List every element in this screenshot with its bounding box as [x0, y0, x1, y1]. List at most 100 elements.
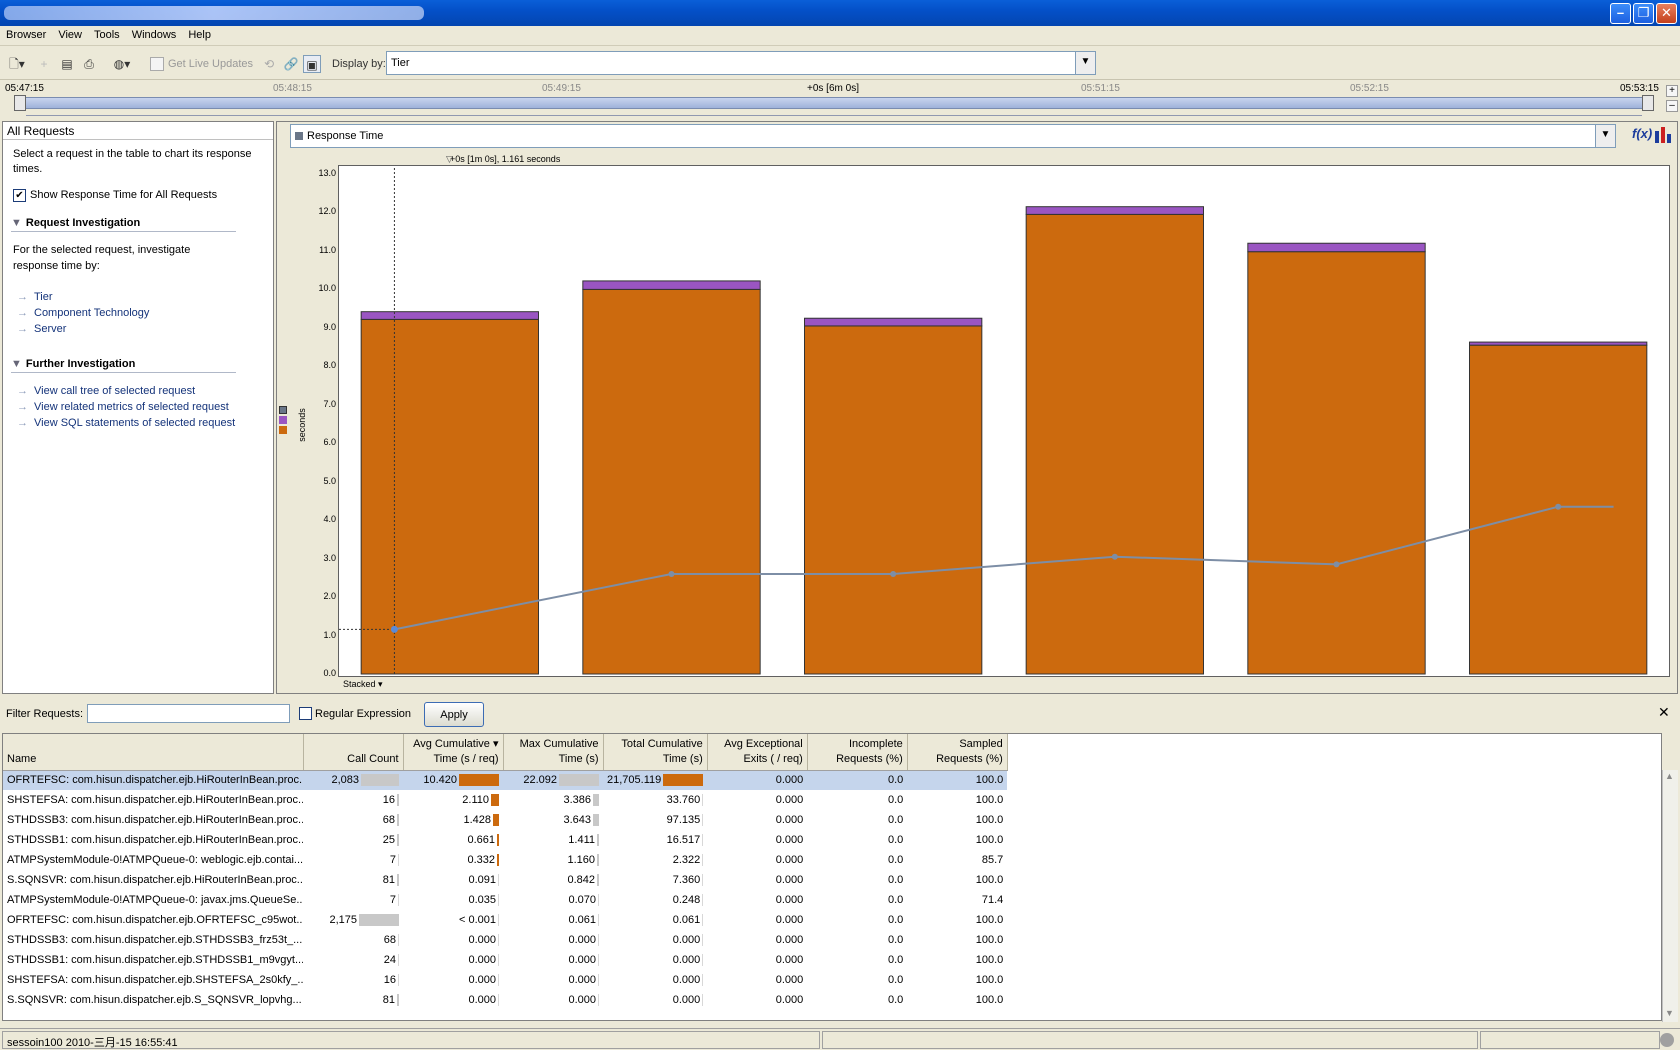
table-row[interactable]: SHSTEFSA: com.hisun.dispatcher.ejb.SHSTE… — [3, 970, 1007, 990]
cell-call-count-bar — [397, 994, 399, 1007]
menu-browser[interactable]: Browser — [0, 26, 52, 41]
table-scrollbar[interactable]: ▲ ▼ — [1662, 770, 1678, 1022]
col-sampled[interactable]: Sampled Requests (%) — [907, 734, 1008, 771]
cell-avg-value: 1.428 — [463, 813, 491, 826]
cell-avg-value: 2.110 — [462, 793, 489, 806]
web-globe-icon[interactable]: ◍▾ — [108, 55, 136, 73]
col-avg-cumulative[interactable]: Avg Cumulative ▾ Time (s / req) — [403, 734, 504, 771]
link-view-related-metrics[interactable]: → View related metrics of selected reques… — [17, 401, 229, 413]
close-window-icon[interactable]: ✕ — [1656, 3, 1677, 24]
col-avg-exceptional[interactable]: Avg Exceptional Exits ( / req) — [707, 734, 808, 771]
cell-avg-value: 0.035 — [468, 893, 496, 906]
table-row[interactable]: SHSTEFSA: com.hisun.dispatcher.ejb.HiRou… — [3, 790, 1007, 810]
menu-view[interactable]: View — [52, 26, 88, 41]
cell-name: OFRTEFSC: com.hisun.dispatcher.ejb.OFRTE… — [7, 914, 303, 926]
display-by-select[interactable]: Tier ▼ — [386, 51, 1096, 75]
col-name[interactable]: Name — [3, 734, 304, 771]
regex-checkbox[interactable] — [299, 707, 312, 720]
link-view-sql-statements[interactable]: → View SQL statements of selected request — [17, 417, 235, 429]
status-text: sessoin100 2010-三月-15 16:55:41 — [2, 1031, 820, 1049]
table-row[interactable]: OFRTEFSC: com.hisun.dispatcher.ejb.OFRTE… — [3, 910, 1007, 930]
chart-bar-cap — [804, 317, 983, 327]
table-row[interactable]: STHDSSB3: com.hisun.dispatcher.ejb.HiRou… — [3, 810, 1007, 830]
timeline-range-bar[interactable] — [14, 97, 1654, 109]
show-all-checkbox[interactable]: ✔ — [13, 189, 26, 202]
table-row[interactable]: S.SQNSVR: com.hisun.dispatcher.ejb.HiRou… — [3, 870, 1007, 890]
table-row[interactable]: STHDSSB1: com.hisun.dispatcher.ejb.HiRou… — [3, 830, 1007, 850]
pin-icon[interactable]: ▣ — [303, 55, 321, 73]
table-row[interactable]: STHDSSB1: com.hisun.dispatcher.ejb.STHDS… — [3, 950, 1007, 970]
cell-total-value: 16.517 — [666, 833, 701, 846]
menu-tools[interactable]: Tools — [88, 26, 126, 41]
new-document-icon[interactable]: 🗋▾ — [4, 55, 30, 73]
chevron-down-icon[interactable]: ▼ — [1075, 52, 1095, 74]
link-icon[interactable]: 🔗 — [282, 55, 300, 73]
timeline[interactable]: 05:47:15 05:48:15 05:49:15 +0s [6m 0s] 0… — [0, 80, 1680, 118]
table-row[interactable]: OFRTEFSC: com.hisun.dispatcher.ejb.HiRou… — [3, 770, 1008, 790]
cell-call-count-value: 7 — [389, 893, 396, 906]
metric-swatch-icon — [295, 132, 303, 140]
col-incomplete[interactable]: Incomplete Requests (%) — [807, 734, 908, 771]
arrow-icon: → — [17, 291, 28, 303]
link-server[interactable]: → Server — [17, 323, 66, 335]
chart-bar — [582, 288, 761, 675]
col-max-cumulative[interactable]: Max Cumulative Time (s) — [503, 734, 604, 771]
timeline-right-handle[interactable] — [1642, 95, 1654, 111]
col-total-cumulative[interactable]: Total Cumulative Time (s) — [603, 734, 708, 771]
cell-name: STHDSSB3: com.hisun.dispatcher.ejb.STHDS… — [7, 934, 303, 946]
filter-input[interactable] — [87, 704, 290, 723]
table-row[interactable]: STHDSSB3: com.hisun.dispatcher.ejb.STHDS… — [3, 930, 1007, 950]
cell-avg-value: 0.000 — [468, 933, 496, 946]
menu-help[interactable]: Help — [182, 26, 217, 41]
cell-total: 33.760 — [603, 790, 707, 810]
legend-swatch-purple — [279, 416, 287, 424]
cell-avg: 0.332 — [403, 850, 503, 870]
bar-chart-icon[interactable] — [1654, 127, 1672, 143]
link-tier[interactable]: → Tier — [17, 291, 53, 303]
live-updates-checkbox[interactable] — [150, 57, 164, 71]
timeline-tick: 05:49:15 — [542, 83, 581, 94]
cell-total: 16.517 — [603, 830, 707, 850]
cell-call-count-bar — [398, 974, 399, 987]
response-time-chart[interactable] — [338, 165, 1670, 677]
minimize-icon[interactable]: – — [1610, 3, 1631, 24]
table-row[interactable]: ATMPSystemModule-0!ATMPQueue-0: javax.jm… — [3, 890, 1007, 910]
link-component-technology[interactable]: → Component Technology — [17, 307, 149, 319]
chevron-down-icon[interactable]: ▼ — [1595, 125, 1615, 147]
metric-select[interactable]: Response Time ▼ — [290, 124, 1616, 148]
apply-button[interactable]: Apply — [424, 702, 484, 727]
cell-exc: 0.000 — [775, 874, 804, 886]
formula-icon[interactable]: f(x) — [1632, 126, 1652, 141]
marker-triangle-icon[interactable]: ▽ — [446, 154, 453, 165]
timeline-left-handle[interactable] — [14, 95, 26, 111]
chevron-down-icon: ▾ — [378, 679, 383, 689]
cell-inc: 0.0 — [887, 894, 904, 906]
marker-label: +0s [1m 0s], 1.161 seconds — [450, 154, 561, 164]
request-investigation-header[interactable]: ▼ Request Investigation — [11, 217, 236, 232]
cell-samp: 100.0 — [975, 954, 1004, 966]
scroll-down-icon[interactable]: ▼ — [1665, 1008, 1674, 1018]
further-investigation-header[interactable]: ▼ Further Investigation — [11, 358, 236, 373]
legend-swatch-orange — [279, 426, 287, 434]
zoom-out-icon[interactable]: – — [1666, 100, 1678, 112]
scroll-up-icon[interactable]: ▲ — [1665, 771, 1674, 781]
table-row[interactable]: S.SQNSVR: com.hisun.dispatcher.ejb.S_SQN… — [3, 990, 1007, 1010]
close-panel-icon[interactable]: ✕ — [1658, 704, 1670, 721]
col-call-count[interactable]: Call Count — [303, 734, 404, 771]
col-header-line1: Avg Cumulative — [413, 737, 490, 750]
zoom-in-icon[interactable]: + — [1666, 85, 1678, 97]
print-icon[interactable]: ⎙ — [80, 55, 98, 73]
window-title-bar[interactable]: – ❐ ✕ — [0, 0, 1680, 26]
export-icon[interactable]: ▤ — [58, 55, 76, 73]
stacked-select[interactable]: Stacked ▾ — [343, 679, 383, 690]
cell-avg: 0.000 — [403, 950, 503, 970]
cell-inc: 0.0 — [887, 954, 904, 966]
link-view-call-tree[interactable]: → View call tree of selected request — [17, 385, 195, 397]
cell-avg-bar — [498, 914, 499, 927]
table-row[interactable]: ATMPSystemModule-0!ATMPQueue-0: weblogic… — [3, 850, 1007, 870]
menu-windows[interactable]: Windows — [126, 26, 183, 41]
legend-swatch-gray — [279, 406, 287, 414]
cell-call-count: 16 — [303, 970, 403, 990]
cell-avg-value: 0.000 — [468, 953, 496, 966]
restore-icon[interactable]: ❐ — [1633, 3, 1654, 24]
